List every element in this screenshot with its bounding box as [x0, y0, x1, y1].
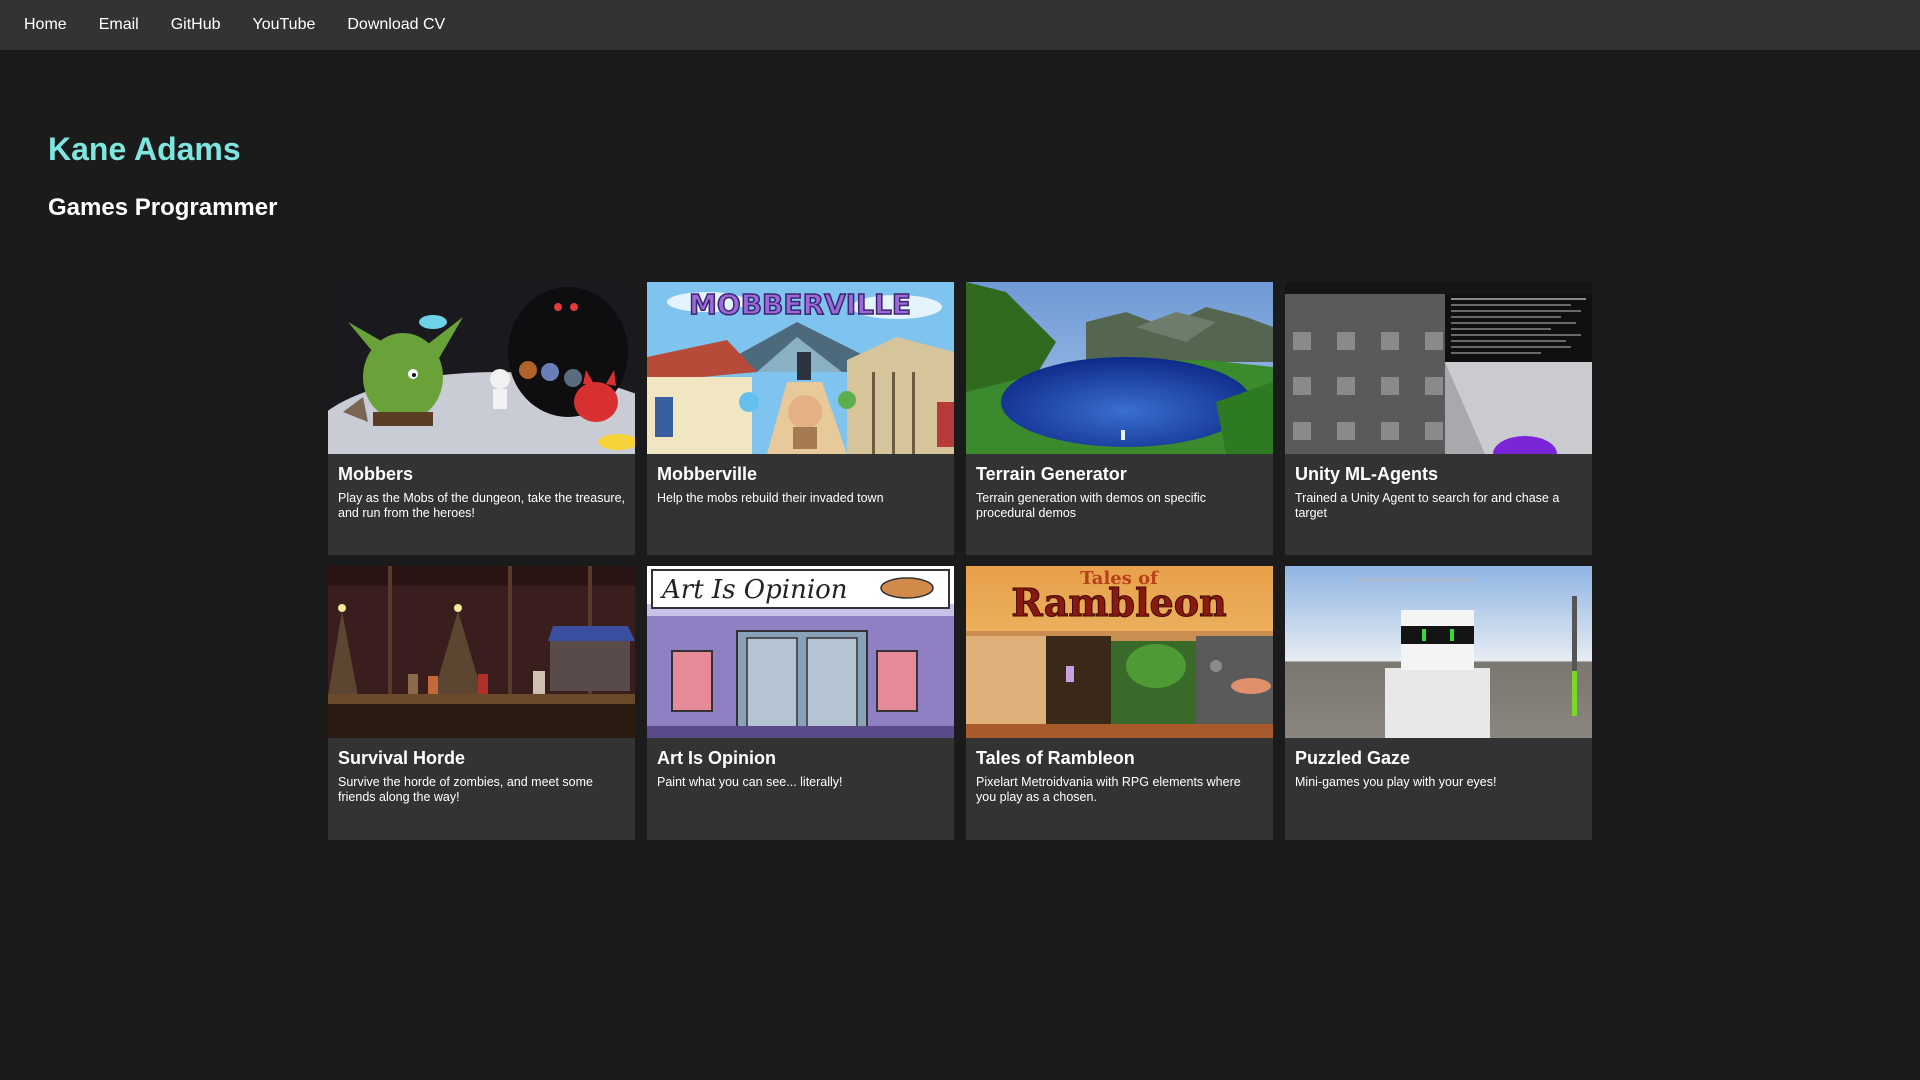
nav-youtube-link[interactable]: YouTube [237, 0, 332, 50]
terrain-landscape-icon [966, 282, 1273, 454]
project-title: Terrain Generator [976, 464, 1127, 484]
survival-horde-scene-icon [328, 566, 635, 738]
nav-github-link[interactable]: GitHub [155, 0, 237, 50]
projects-grid: Mobbers Play as the Mobs of the dungeon,… [328, 282, 1592, 840]
project-title: Tales of Rambleon [976, 748, 1135, 768]
robot-character-icon [1285, 566, 1592, 738]
project-description: Paint what you can see... literally! [657, 775, 843, 789]
mobberville-art-icon: MOBBERVILLE [647, 282, 954, 454]
project-card-art-is-opinion[interactable]: Art Is Opinion Art Is Opinion Paint what… [647, 566, 954, 840]
project-title: Survival Horde [338, 748, 466, 768]
project-card-mobbers[interactable]: Mobbers Play as the Mobs of the dungeon,… [328, 282, 635, 555]
rambleon-logo-main-text: Rambleon [1011, 580, 1226, 625]
project-card-terrain-generator[interactable]: Terrain Generator Terrain generation wit… [966, 282, 1273, 555]
project-description: Trained a Unity Agent to search for and … [1295, 491, 1560, 520]
mobberville-logo-text: MOBBERVILLE [689, 288, 911, 321]
project-title: Art Is Opinion [657, 748, 776, 768]
mobbers-art-icon [328, 282, 635, 454]
ml-agents-screen-icon [1285, 282, 1592, 454]
page-title: Kane Adams [48, 131, 241, 167]
project-description: Help the mobs rebuild their invaded town [657, 491, 884, 505]
project-card-puzzled-gaze[interactable]: Puzzled Gaze Mini-games you play with yo… [1285, 566, 1592, 840]
project-description: Play as the Mobs of the dungeon, take th… [338, 491, 625, 520]
project-card-unity-ml-agents[interactable]: Unity ML-Agents Trained a Unity Agent to… [1285, 282, 1592, 555]
nav-home-link[interactable]: Home [8, 0, 83, 50]
project-card-survival-horde[interactable]: Survival Horde Survive the horde of zomb… [328, 566, 635, 840]
nav-download-cv-link[interactable]: Download CV [331, 0, 461, 50]
project-description: Terrain generation with demos on specifi… [976, 491, 1206, 520]
top-nav: Home Email GitHub YouTube Download CV [0, 0, 1920, 50]
nav-email-link[interactable]: Email [83, 0, 155, 50]
project-title: Puzzled Gaze [1295, 748, 1411, 768]
project-title: Unity ML-Agents [1295, 464, 1438, 484]
project-description: Survive the horde of zombies, and meet s… [338, 775, 593, 804]
project-card-tales-of-rambleon[interactable]: Tales of Rambleon Tales of Rambleon Pixe… [966, 566, 1273, 840]
art-is-opinion-sign-text: Art Is Opinion [660, 575, 848, 605]
rambleon-pixelart-icon: Tales of Rambleon [966, 566, 1273, 738]
art-gallery-icon: Art Is Opinion [647, 566, 954, 738]
project-title: Mobbers [338, 464, 414, 484]
page-subtitle: Games Programmer [48, 194, 278, 221]
project-card-mobberville[interactable]: MOBBERVILLE Mobberville Help the mobs re… [647, 282, 954, 555]
project-description: Pixelart Metroidvania with RPG elements … [976, 775, 1241, 804]
project-description: Mini-games you play with your eyes! [1295, 775, 1497, 789]
project-title: Mobberville [657, 464, 758, 484]
